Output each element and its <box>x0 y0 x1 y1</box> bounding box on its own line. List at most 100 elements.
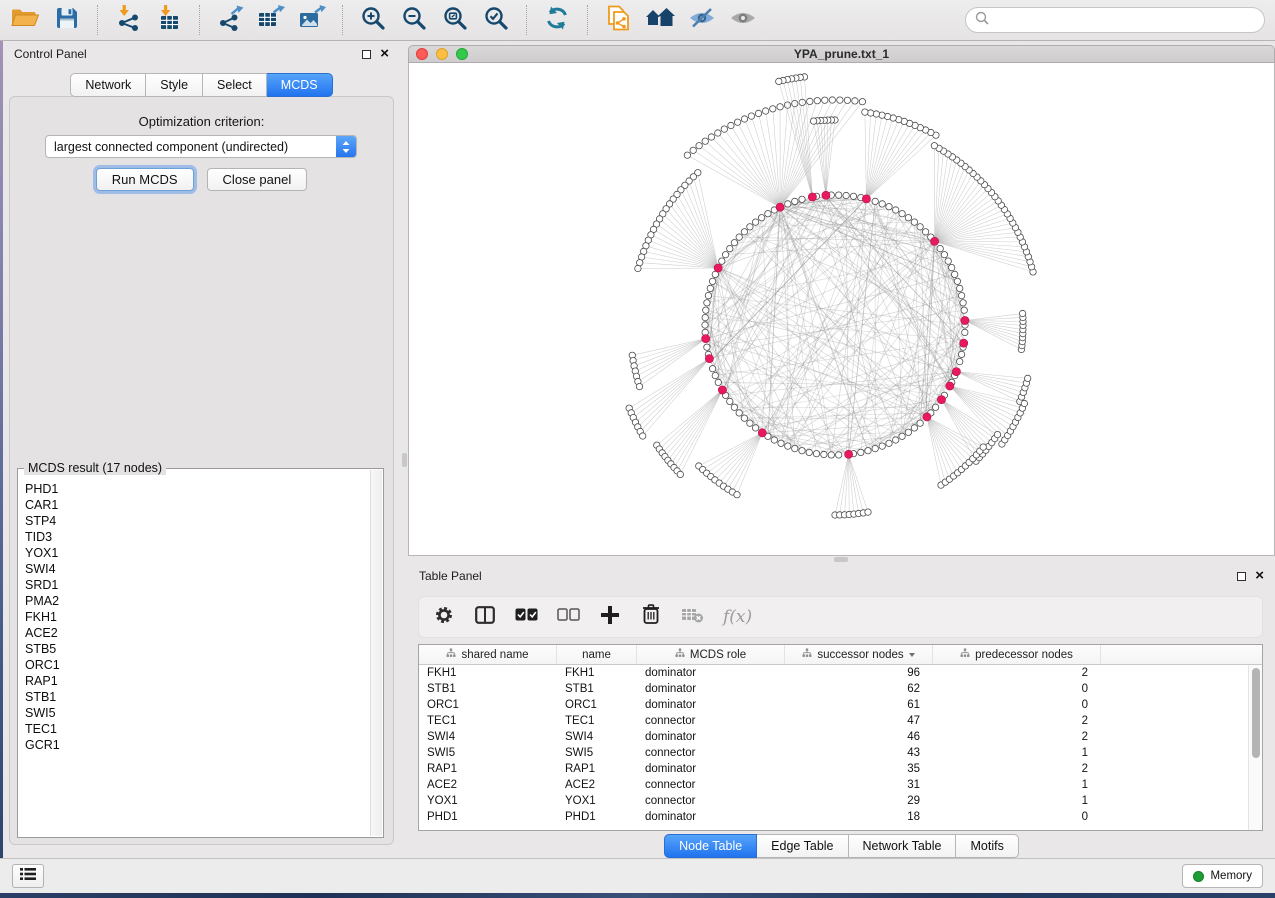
export-image-button[interactable] <box>298 5 326 35</box>
mcds-result-item[interactable]: FKH1 <box>25 609 369 625</box>
table-row[interactable]: FKH1FKH1dominator962 <box>419 665 1262 681</box>
split-view-button[interactable] <box>474 605 496 629</box>
column-header-MCDS-role[interactable]: MCDS role <box>637 645 785 664</box>
mcds-result-item[interactable]: STB1 <box>25 689 369 705</box>
export-table-button[interactable] <box>257 5 285 35</box>
mcds-result-item[interactable]: TID3 <box>25 529 369 545</box>
mcds-result-item[interactable]: YOX1 <box>25 545 369 561</box>
select-stepper-icon <box>336 135 356 158</box>
zoom-in-button[interactable] <box>359 5 387 35</box>
column-header-shared-name[interactable]: shared name <box>419 645 557 664</box>
zoom-fit-button[interactable] <box>441 5 469 35</box>
table-cell: SWI5 <box>419 745 557 761</box>
mcds-result-item[interactable]: PHD1 <box>25 481 369 497</box>
mcds-result-item[interactable]: RAP1 <box>25 673 369 689</box>
network-graph[interactable] <box>409 63 1274 554</box>
close-panel-button[interactable]: Close panel <box>207 168 308 191</box>
table-cell: ACE2 <box>557 777 637 793</box>
table-row[interactable]: YOX1YOX1connector291 <box>419 793 1262 809</box>
delete-column-button[interactable] <box>640 605 662 629</box>
zoom-selected-button[interactable] <box>482 5 510 35</box>
table-cell: 0 <box>933 697 1101 713</box>
float-panel-icon[interactable] <box>1237 572 1246 581</box>
table-row[interactable]: SWI5SWI5connector431 <box>419 745 1262 761</box>
import-network-button[interactable] <box>114 5 142 35</box>
mcds-result-item[interactable]: SRD1 <box>25 577 369 593</box>
tab-node-table[interactable]: Node Table <box>664 834 757 858</box>
horizontal-splitter[interactable] <box>408 556 1275 563</box>
mcds-result-item[interactable]: STB5 <box>25 641 369 657</box>
window-maximize-icon[interactable] <box>456 48 468 60</box>
mcds-result-item[interactable]: GCR1 <box>25 737 369 753</box>
zoom-out-button[interactable] <box>400 5 428 35</box>
table-settings-button[interactable] <box>433 605 455 629</box>
table-row[interactable]: STB1STB1dominator620 <box>419 681 1262 697</box>
open-file-button[interactable] <box>10 5 40 35</box>
criterion-select[interactable]: largest connected component (undirected) <box>45 135 357 158</box>
deselect-all-button[interactable] <box>557 605 580 629</box>
task-history-button[interactable] <box>12 864 44 888</box>
toolbar-separator <box>342 5 343 35</box>
tab-style[interactable]: Style <box>146 73 203 97</box>
tab-network[interactable]: Network <box>70 73 146 97</box>
table-row[interactable]: ACE2ACE2connector311 <box>419 777 1262 793</box>
duplicate-network-button[interactable] <box>604 5 632 35</box>
table-cell: 31 <box>785 777 933 793</box>
shared-column-icon <box>446 648 456 661</box>
hide-selected-button[interactable] <box>688 5 716 35</box>
mcds-result-item[interactable]: ORC1 <box>25 657 369 673</box>
shared-column-icon <box>802 648 812 661</box>
search-box <box>965 7 1265 33</box>
mcds-result-title: MCDS result (17 nodes) <box>24 461 166 475</box>
tab-edge-table[interactable]: Edge Table <box>757 834 848 858</box>
node-table: shared namenameMCDS rolesuccessor nodesp… <box>418 644 1263 831</box>
zoom-out-icon <box>401 5 427 36</box>
table-row[interactable]: PHD1PHD1dominator180 <box>419 809 1262 825</box>
right-workspace: YPA_prune.txt_1 Table Panel × <box>408 41 1275 858</box>
mcds-result-item[interactable]: SWI5 <box>25 705 369 721</box>
home-layout-button[interactable] <box>645 5 675 35</box>
tab-network-table[interactable]: Network Table <box>849 834 957 858</box>
select-all-button[interactable] <box>515 605 538 629</box>
mcds-result-item[interactable]: TEC1 <box>25 721 369 737</box>
window-minimize-icon[interactable] <box>436 48 448 60</box>
network-canvas[interactable] <box>408 63 1275 556</box>
mcds-result-item[interactable]: SWI4 <box>25 561 369 577</box>
vertical-splitter[interactable] <box>400 41 408 858</box>
column-header-successor-nodes[interactable]: successor nodes <box>785 645 933 664</box>
main-toolbar <box>0 0 1275 41</box>
column-header-name[interactable]: name <box>557 645 637 664</box>
show-all-button[interactable] <box>729 5 757 35</box>
memory-button[interactable]: Memory <box>1182 864 1263 888</box>
mcds-result-item[interactable]: STP4 <box>25 513 369 529</box>
zoom-selected-icon <box>483 5 509 36</box>
import-table-button[interactable] <box>155 5 183 35</box>
mcds-result-item[interactable]: PMA2 <box>25 593 369 609</box>
mcds-result-item[interactable]: ACE2 <box>25 625 369 641</box>
table-row[interactable]: ORC1ORC1dominator610 <box>419 697 1262 713</box>
tab-select[interactable]: Select <box>203 73 267 97</box>
close-panel-icon[interactable]: × <box>1255 571 1264 581</box>
table-vertical-scrollbar[interactable] <box>1248 665 1262 830</box>
mcds-result-scrollbar[interactable] <box>370 470 382 836</box>
add-column-button[interactable] <box>599 605 621 629</box>
scrollbar-thumb[interactable] <box>1252 668 1260 758</box>
mcds-result-item[interactable]: CAR1 <box>25 497 369 513</box>
table-row[interactable]: SWI4SWI4dominator462 <box>419 729 1262 745</box>
tab-motifs[interactable]: Motifs <box>956 834 1018 858</box>
window-close-icon[interactable] <box>416 48 428 60</box>
refresh-layout-button[interactable] <box>543 5 571 35</box>
search-input[interactable] <box>995 13 1255 27</box>
export-network-button[interactable] <box>216 5 244 35</box>
function-builder-button[interactable]: f(x) <box>723 605 752 629</box>
float-panel-icon[interactable] <box>362 50 371 59</box>
table-row[interactable]: TEC1TEC1connector472 <box>419 713 1262 729</box>
column-header-predecessor-nodes[interactable]: predecessor nodes <box>933 645 1101 664</box>
save-session-button[interactable] <box>53 5 81 35</box>
delete-table-button[interactable] <box>681 605 704 629</box>
table-row[interactable]: RAP1RAP1dominator352 <box>419 761 1262 777</box>
tab-mcds[interactable]: MCDS <box>267 73 333 97</box>
table-cell: STB1 <box>557 681 637 697</box>
run-mcds-button[interactable]: Run MCDS <box>96 168 194 191</box>
close-panel-icon[interactable]: × <box>380 49 389 59</box>
